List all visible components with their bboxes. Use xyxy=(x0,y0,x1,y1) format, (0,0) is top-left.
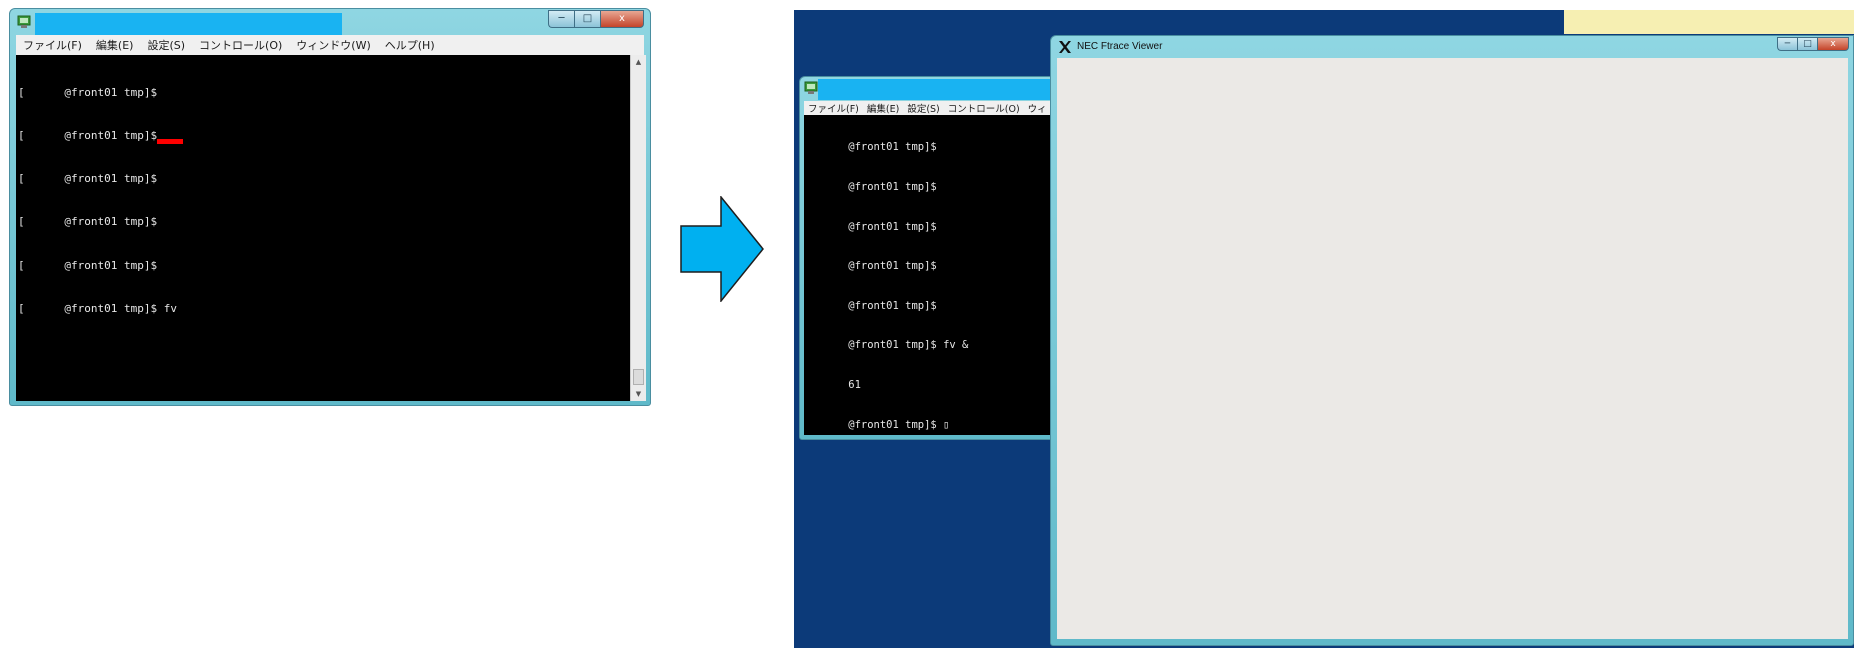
menu-file[interactable]: ファイル(F) xyxy=(804,101,863,115)
scroll-down-icon[interactable]: ▼ xyxy=(631,387,646,401)
terminal-output[interactable]: [ @front01 tmp]$ [ @front01 tmp]$ [ @fro… xyxy=(16,55,630,401)
menu-edit[interactable]: 編集(E) xyxy=(89,37,141,53)
maximize-button[interactable]: □ xyxy=(1797,37,1817,51)
terminal-line: @front01 tmp]$ ▯ xyxy=(804,418,950,431)
terminal-line: 61 xyxy=(804,378,861,391)
close-button[interactable]: x xyxy=(1817,37,1849,51)
menu-help[interactable]: ヘルプ(H) xyxy=(378,37,442,53)
menu-window[interactable]: ウィ xyxy=(1024,101,1051,115)
window-title: NEC Ftrace Viewer xyxy=(1077,41,1163,52)
terminal-line: [ @front01 tmp]$ xyxy=(18,129,158,143)
terminal-titlebar[interactable]: ─ □ x xyxy=(10,9,650,35)
scroll-up-icon[interactable]: ▲ xyxy=(631,55,646,69)
terminal-line: [ @front01 tmp]$ xyxy=(18,85,158,99)
window-controls: ─ □ x xyxy=(548,10,644,28)
menu-settings[interactable]: 設定(S) xyxy=(140,37,192,53)
terminal-app-icon xyxy=(804,81,818,94)
ftrace-viewer-window: NEC Ftrace Viewer ─ □ x xyxy=(1050,35,1854,646)
menu-control[interactable]: コントロール(O) xyxy=(944,101,1024,115)
terminal-line: [ @front01 tmp]$ fv xyxy=(18,301,177,315)
back-terminal-titlebar[interactable] xyxy=(800,77,1058,103)
back-terminal-window: ファイル(F) 編集(E) 設定(S) コントロール(O) ウィ @front0… xyxy=(799,76,1059,440)
menu-window[interactable]: ウィンドウ(W) xyxy=(289,37,377,53)
back-terminal-output[interactable]: @front01 tmp]$ @front01 tmp]$ @front01 t… xyxy=(804,115,1058,435)
menu-settings[interactable]: 設定(S) xyxy=(903,101,943,115)
terminal-window: ─ □ x ファイル(F) 編集(E) 設定(S) コントロール(O) ウィンド… xyxy=(9,8,651,406)
minimize-button[interactable]: ─ xyxy=(1777,37,1797,51)
menu-edit[interactable]: 編集(E) xyxy=(863,101,903,115)
terminal-line: @front01 tmp]$ fv & xyxy=(804,339,969,352)
minimize-button[interactable]: ─ xyxy=(548,10,574,28)
viewer-titlebar[interactable]: NEC Ftrace Viewer ─ □ x xyxy=(1051,36,1853,58)
redacted-title xyxy=(818,79,1058,100)
window-controls: ─ □ x xyxy=(1777,37,1849,51)
menu-file[interactable]: ファイル(F) xyxy=(16,37,89,53)
close-button[interactable]: x xyxy=(600,10,644,28)
terminal-app-icon xyxy=(17,15,31,28)
terminal-line: [ @front01 tmp]$ xyxy=(18,258,158,272)
maximize-button[interactable]: □ xyxy=(574,10,600,28)
terminal-menubar: ファイル(F) 編集(E) 設定(S) コントロール(O) ウィンドウ(W) ヘ… xyxy=(16,35,644,55)
terminal-line: @front01 tmp]$ xyxy=(804,260,937,273)
terminal-line: @front01 tmp]$ xyxy=(804,299,937,312)
menu-control[interactable]: コントロール(O) xyxy=(192,37,289,53)
terminal-scrollbar[interactable]: ▲ ▼ xyxy=(630,55,646,401)
scroll-thumb[interactable] xyxy=(633,369,644,385)
redacted-title xyxy=(35,13,342,35)
viewer-client-area[interactable] xyxy=(1057,58,1848,639)
command-highlight-underline xyxy=(157,139,183,144)
x11-icon xyxy=(1059,41,1071,53)
terminal-line: @front01 tmp]$ xyxy=(804,181,937,193)
terminal-line: [ @front01 tmp]$ xyxy=(18,215,158,229)
terminal-line: @front01 tmp]$ xyxy=(804,220,937,233)
terminal-line: [ @front01 tmp]$ xyxy=(18,172,158,186)
terminal-line: @front01 tmp]$ xyxy=(804,141,937,154)
back-terminal-menubar: ファイル(F) 編集(E) 設定(S) コントロール(O) ウィ xyxy=(804,101,1058,115)
background-window-strip xyxy=(1564,10,1854,34)
right-arrow-icon xyxy=(680,196,764,302)
desktop: ファイル(F) 編集(E) 設定(S) コントロール(O) ウィ @front0… xyxy=(794,10,1854,648)
